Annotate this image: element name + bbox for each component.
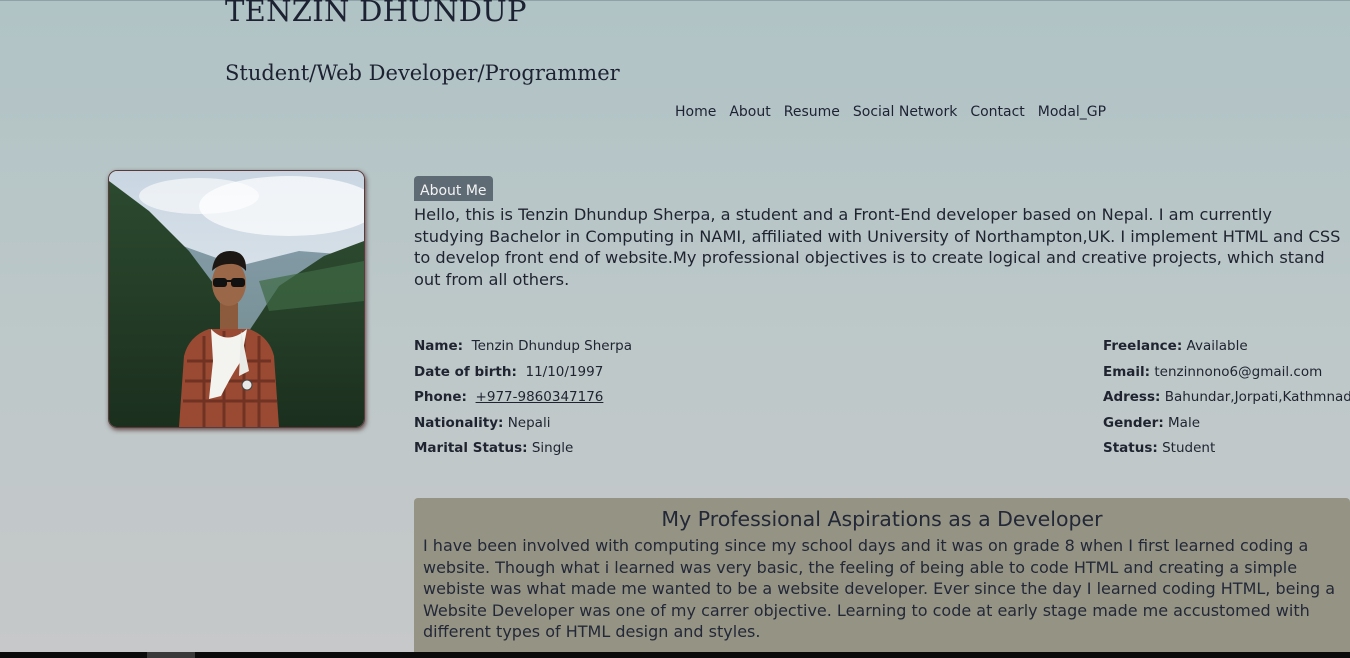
detail-phone: Phone: +977-9860347176 xyxy=(414,385,632,411)
detail-value: Bahundar,Jorpati,Kathmnadu xyxy=(1164,389,1350,405)
detail-value: Nepali xyxy=(507,414,551,431)
horizontal-scrollbar[interactable] xyxy=(0,652,1350,658)
detail-value: Single xyxy=(531,440,574,456)
detail-value: Male xyxy=(1168,414,1201,431)
detail-value: Tenzin Dhundup Sherpa xyxy=(471,338,632,354)
detail-label: Date of birth: xyxy=(414,363,517,380)
personal-details-left: Name: Tenzin Dhundup Sherpa Date of birt… xyxy=(414,334,632,462)
detail-name: Name: Tenzin Dhundup Sherpa xyxy=(414,334,632,360)
detail-value: tenzinnono6@gmail.com xyxy=(1154,363,1323,380)
aspirations-text: I have been involved with computing sinc… xyxy=(423,536,1336,641)
main-nav: Home About Resume Social Network Contact… xyxy=(675,104,1106,120)
top-border xyxy=(0,0,1350,1)
detail-label: Status: xyxy=(1103,440,1158,456)
about-me-tab[interactable]: About Me xyxy=(414,176,493,201)
detail-label: Email: xyxy=(1103,363,1151,380)
detail-value: 11/10/1997 xyxy=(525,363,604,380)
nav-home[interactable]: Home xyxy=(675,104,716,120)
aspirations-title: My Professional Aspirations as a Develop… xyxy=(661,507,1103,531)
detail-nationality: Nationality: Nepali xyxy=(414,411,632,437)
site-name: TENZIN DHUNDUP xyxy=(225,0,527,28)
phone-link[interactable]: +977-9860347176 xyxy=(476,389,604,405)
nav-contact[interactable]: Contact xyxy=(970,104,1024,120)
profile-photo xyxy=(108,170,365,428)
detail-date-of-birth: Date of birth: 11/10/1997 xyxy=(414,360,632,386)
nav-resume[interactable]: Resume xyxy=(784,104,840,120)
profile-photo-image xyxy=(109,171,364,427)
detail-email: Email: tenzinnono6@gmail.com xyxy=(1103,360,1350,386)
nav-modal-gp[interactable]: Modal_GP xyxy=(1038,104,1106,120)
nav-about[interactable]: About xyxy=(729,104,770,120)
detail-gender: Gender: Male xyxy=(1103,411,1350,437)
detail-address: Adress: Bahundar,Jorpati,Kathmnadu xyxy=(1103,385,1350,411)
personal-details-right: Freelance: Available Email: tenzinnono6@… xyxy=(1103,334,1350,462)
detail-label: Name: xyxy=(414,338,464,354)
detail-value: Available xyxy=(1186,338,1248,354)
detail-label: Gender: xyxy=(1103,414,1164,431)
detail-label: Phone: xyxy=(414,389,467,405)
detail-marital-status: Marital Status: Single xyxy=(414,436,632,462)
aspirations-section: My Professional Aspirations as a Develop… xyxy=(414,498,1350,654)
detail-label: Adress: xyxy=(1103,389,1161,405)
detail-value: Student xyxy=(1162,440,1216,456)
about-me-text: Hello, this is Tenzin Dhundup Sherpa, a … xyxy=(414,205,1341,289)
detail-freelance: Freelance: Available xyxy=(1103,334,1350,360)
detail-status: Status: Student xyxy=(1103,436,1350,462)
detail-label: Marital Status: xyxy=(414,440,528,456)
nav-social-network[interactable]: Social Network xyxy=(853,104,957,120)
scrollbar-thumb[interactable] xyxy=(147,652,195,658)
detail-label: Nationality: xyxy=(414,414,504,431)
detail-label: Freelance: xyxy=(1103,338,1183,354)
site-subtitle: Student/Web Developer/Programmer xyxy=(225,61,620,85)
